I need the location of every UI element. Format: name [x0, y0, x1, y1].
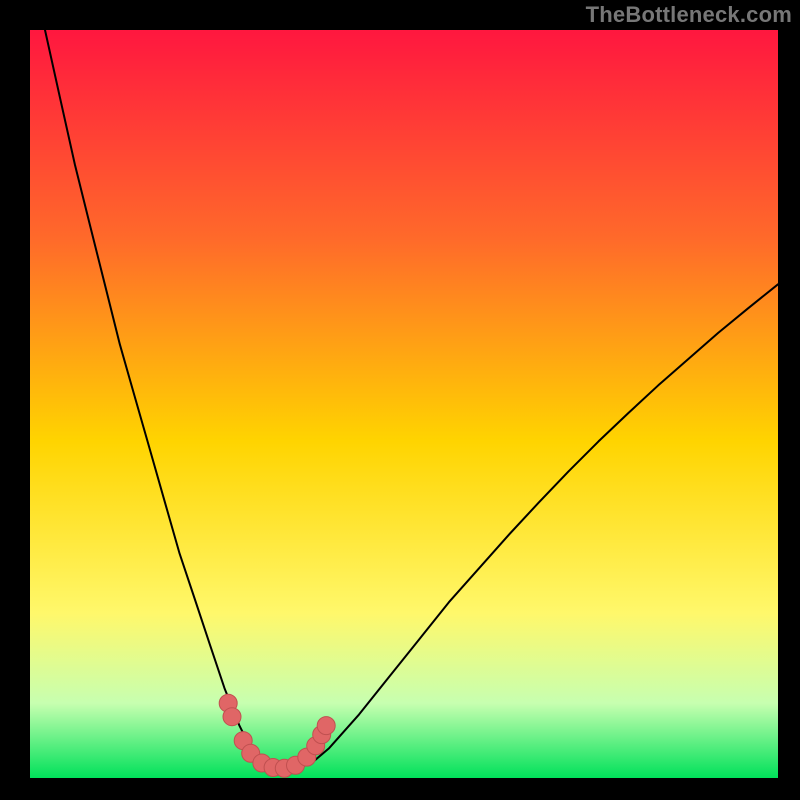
chart-svg: [30, 30, 778, 778]
data-point: [317, 717, 335, 735]
watermark-text: TheBottleneck.com: [586, 2, 792, 28]
plot-area: [30, 30, 778, 778]
outer-frame: TheBottleneck.com: [0, 0, 800, 800]
data-point: [223, 708, 241, 726]
gradient-bg: [30, 30, 778, 778]
